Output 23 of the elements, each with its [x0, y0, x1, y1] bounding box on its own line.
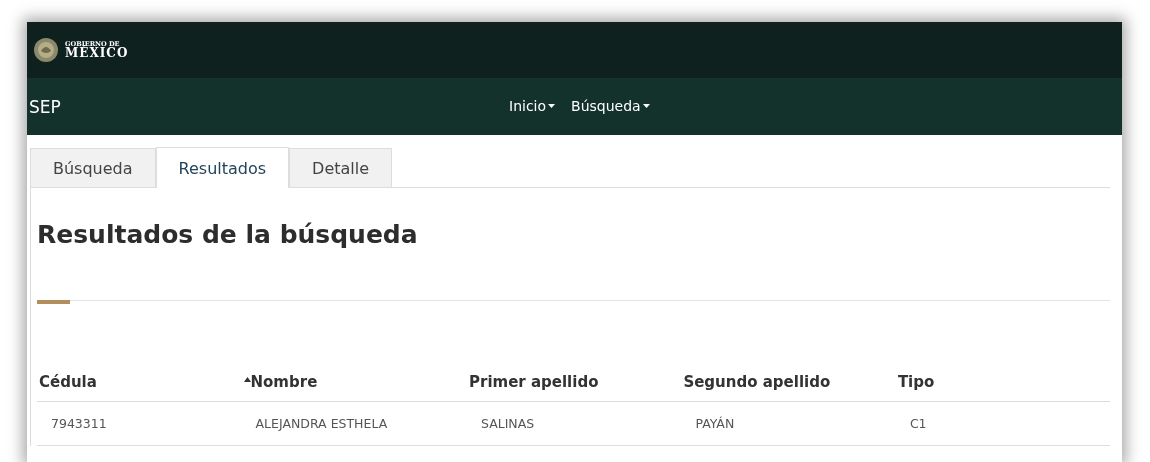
nav-menu-item[interactable]: Búsqueda	[571, 98, 650, 114]
nav-menu-item[interactable]: Inicio	[509, 98, 556, 114]
logo-text: MÉXICO	[65, 47, 129, 60]
column-header[interactable]: Tipo	[895, 373, 1110, 402]
table-cell: ALEJANDRA ESTHELA	[241, 401, 467, 446]
sort-icon	[243, 377, 251, 382]
coat-of-arms-icon	[33, 37, 59, 63]
column-header[interactable]: Cédula	[37, 373, 242, 402]
tab[interactable]: Resultados	[155, 147, 290, 188]
accent-bar	[37, 300, 70, 304]
table-cell: C1	[895, 401, 1110, 446]
table-cell: 7943311	[37, 401, 242, 446]
column-header[interactable]: Primer apellido	[467, 373, 682, 402]
page-title: Resultados de la búsqueda	[37, 219, 419, 251]
table-cell: PAYÁN	[681, 401, 896, 446]
column-header[interactable]: Nombre	[241, 373, 467, 402]
tab[interactable]: Detalle	[289, 148, 393, 187]
column-header[interactable]: Segundo apellido	[681, 373, 896, 402]
caret-icon	[642, 104, 650, 108]
caret-icon	[548, 104, 556, 108]
brand-text[interactable]: SEP	[27, 96, 61, 117]
table-cell: SALINAS	[467, 401, 682, 446]
tab[interactable]: Búsqueda	[30, 148, 156, 187]
